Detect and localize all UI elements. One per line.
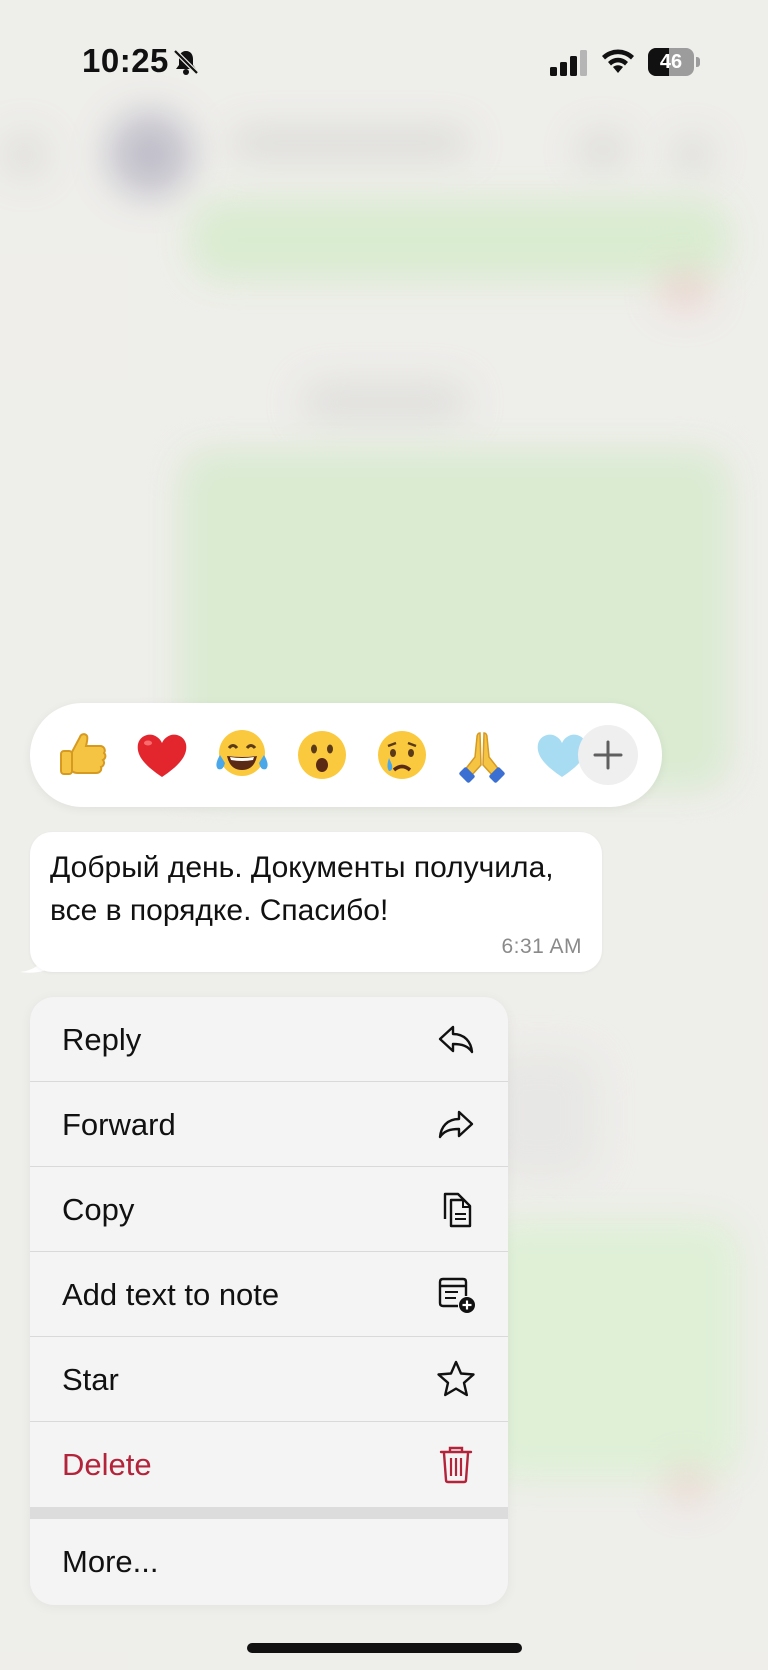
battery-icon: 46 bbox=[648, 48, 700, 76]
status-time: 10:25 bbox=[82, 42, 169, 79]
reaction-thumbs-up[interactable] bbox=[54, 725, 114, 785]
plus-icon bbox=[593, 740, 623, 770]
menu-item-star[interactable]: Star bbox=[30, 1337, 508, 1422]
star-icon bbox=[437, 1360, 475, 1397]
battery-tip bbox=[696, 57, 700, 67]
menu-item-forward[interactable]: Forward bbox=[30, 1082, 508, 1167]
cellular-signal-icon bbox=[550, 50, 587, 76]
forward-icon bbox=[438, 1110, 474, 1139]
message-bubble[interactable]: Добрый день. Документы получила, все в п… bbox=[30, 832, 602, 972]
battery-level: 46 bbox=[659, 51, 683, 73]
reaction-bar bbox=[30, 703, 662, 807]
menu-item-copy[interactable]: Copy bbox=[30, 1167, 508, 1252]
reaction-tears-of-joy[interactable] bbox=[212, 725, 272, 785]
reaction-crying[interactable] bbox=[372, 725, 432, 785]
reaction-red-heart[interactable] bbox=[132, 725, 192, 785]
menu-item-label: More... bbox=[62, 1544, 159, 1579]
message-context-menu: Reply Forward Copy Add text to note Star… bbox=[30, 997, 508, 1605]
menu-item-label: Forward bbox=[62, 1107, 176, 1142]
menu-item-label: Star bbox=[62, 1362, 119, 1397]
menu-item-label: Delete bbox=[62, 1447, 152, 1482]
menu-separator bbox=[30, 1507, 508, 1519]
note-add-icon bbox=[438, 1277, 475, 1313]
message-timestamp: 6:31 AM bbox=[501, 935, 582, 958]
reply-icon bbox=[438, 1025, 474, 1054]
menu-item-label: Copy bbox=[62, 1192, 135, 1227]
menu-item-label: Reply bbox=[62, 1022, 142, 1057]
home-indicator[interactable] bbox=[247, 1643, 522, 1653]
battery-body: 46 bbox=[648, 48, 694, 76]
menu-item-more[interactable]: More... bbox=[30, 1519, 508, 1604]
trash-icon bbox=[439, 1446, 473, 1484]
menu-item-delete[interactable]: Delete bbox=[30, 1422, 508, 1507]
wifi-icon bbox=[602, 49, 634, 73]
add-reaction-button[interactable] bbox=[578, 725, 638, 785]
bell-off-icon bbox=[173, 49, 199, 75]
status-bar: 10:25 46 bbox=[0, 0, 768, 110]
menu-item-reply[interactable]: Reply bbox=[30, 997, 508, 1082]
menu-item-label: Add text to note bbox=[62, 1277, 280, 1312]
copy-icon bbox=[443, 1192, 472, 1228]
reaction-folded-hands[interactable] bbox=[452, 725, 512, 785]
message-text: Добрый день. Документы получила, все в п… bbox=[50, 851, 554, 927]
menu-item-add-text-to-note[interactable]: Add text to note bbox=[30, 1252, 508, 1337]
reaction-surprised[interactable] bbox=[292, 725, 352, 785]
